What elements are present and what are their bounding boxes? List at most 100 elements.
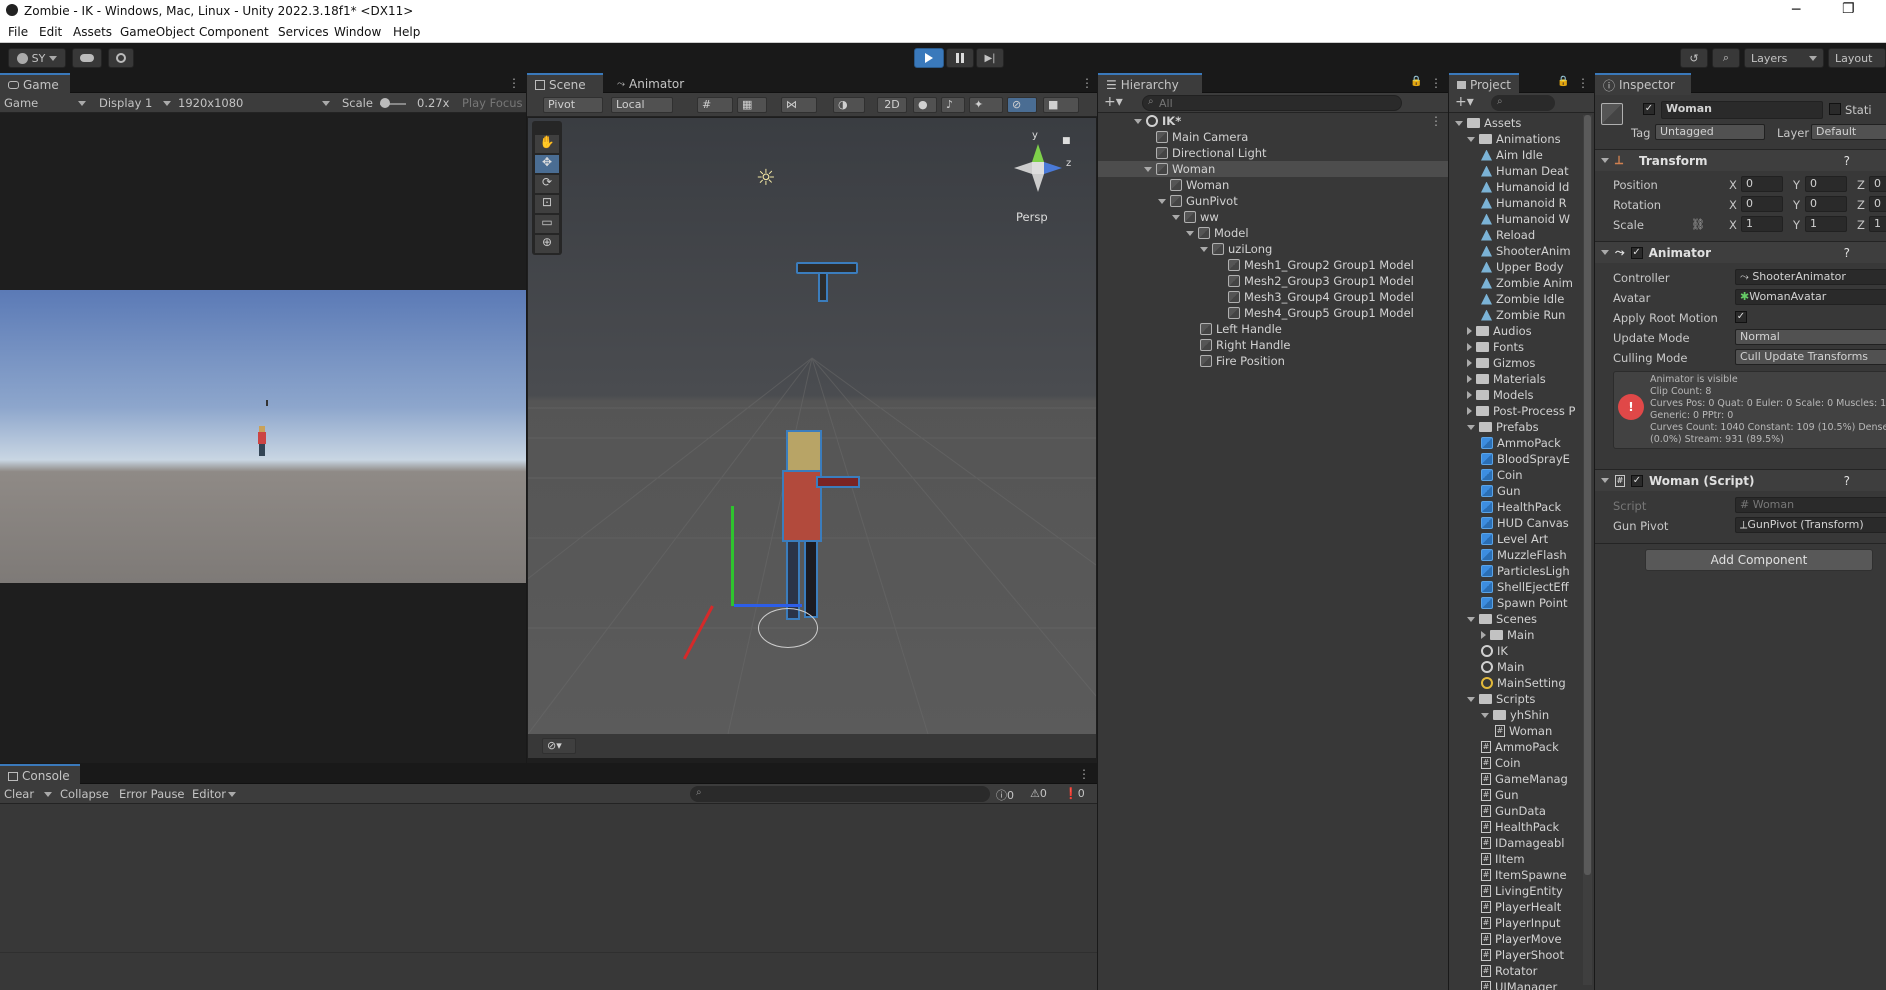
- menu-help[interactable]: Help: [393, 25, 420, 39]
- collapse-button[interactable]: Collapse: [60, 787, 109, 801]
- project-item[interactable]: Main: [1481, 659, 1524, 675]
- hierarchy-item-woman[interactable]: Woman: [1144, 161, 1215, 177]
- collab-button[interactable]: [108, 48, 134, 68]
- help-icon[interactable]: ?: [1844, 474, 1850, 488]
- woman-script-component-header[interactable]: # ✓ Woman (Script) ?: [1595, 469, 1886, 491]
- project-item[interactable]: MuzzleFlash: [1481, 547, 1567, 563]
- z-axis-handle[interactable]: [734, 604, 802, 607]
- grid-snap-button[interactable]: #: [697, 97, 733, 113]
- project-item[interactable]: Upper Body: [1481, 259, 1564, 275]
- expand-arrow-icon[interactable]: [1467, 343, 1472, 351]
- scale-slider-handle[interactable]: [380, 98, 390, 108]
- overlay-menu-button[interactable]: ⊘▾: [542, 738, 576, 754]
- hierarchy-item-model[interactable]: Model: [1186, 225, 1249, 241]
- project-item[interactable]: Materials: [1467, 371, 1546, 387]
- transform-tool-icon[interactable]: ⊕: [535, 235, 559, 253]
- menu-assets[interactable]: Assets: [73, 25, 112, 39]
- hierarchy-item-woman-child[interactable]: Woman: [1170, 177, 1229, 193]
- mode-2d-button[interactable]: 2D: [877, 97, 907, 113]
- hierarchy-item-directional-light[interactable]: Directional Light: [1156, 145, 1267, 161]
- project-item[interactable]: Humanoid R: [1481, 195, 1567, 211]
- project-item[interactable]: # IItem: [1481, 851, 1525, 867]
- add-icon[interactable]: +▾: [1104, 94, 1123, 110]
- static-checkbox[interactable]: [1829, 103, 1841, 115]
- tab-hierarchy[interactable]: ☰ Hierarchy: [1098, 73, 1202, 95]
- uzi-gun-model[interactable]: [796, 254, 860, 306]
- rotate-tool-icon[interactable]: ⟳: [535, 175, 559, 193]
- console-search-input[interactable]: [690, 786, 990, 802]
- project-item[interactable]: # PlayerMove: [1481, 931, 1562, 947]
- project-item[interactable]: # GunData: [1481, 803, 1546, 819]
- project-item[interactable]: # Woman: [1495, 723, 1552, 739]
- project-item[interactable]: # Coin: [1481, 755, 1521, 771]
- minimize-icon[interactable]: ─: [1792, 2, 1800, 18]
- project-item[interactable]: # IDamageabl: [1481, 835, 1564, 851]
- error-count-toggle[interactable]: ❗0: [1064, 787, 1085, 800]
- expand-arrow-icon[interactable]: [1467, 359, 1472, 367]
- project-item[interactable]: Gizmos: [1467, 355, 1535, 371]
- menu-window[interactable]: Window: [334, 25, 381, 39]
- camera-settings-icon[interactable]: ■: [1043, 97, 1079, 113]
- expand-arrow-icon[interactable]: [1467, 696, 1475, 702]
- hierarchy-item-left-handle[interactable]: Left Handle: [1200, 321, 1282, 337]
- link-icon[interactable]: ⛓: [1691, 218, 1705, 231]
- project-item[interactable]: Coin: [1481, 467, 1523, 483]
- project-item[interactable]: Zombie Anim: [1481, 275, 1573, 291]
- menu-services[interactable]: Services: [278, 25, 329, 39]
- hierarchy-item-uzilong[interactable]: uziLong: [1200, 241, 1272, 257]
- position-x-field[interactable]: 0: [1741, 176, 1783, 192]
- project-item[interactable]: # PlayerHealt: [1481, 899, 1561, 915]
- hand-tool-icon[interactable]: ✋: [535, 135, 559, 153]
- tab-scene[interactable]: Scene: [527, 73, 603, 95]
- project-item[interactable]: # UIManager: [1481, 979, 1557, 990]
- hierarchy-item-main-camera[interactable]: Main Camera: [1156, 129, 1248, 145]
- project-item[interactable]: Reload: [1481, 227, 1535, 243]
- add-component-button[interactable]: Add Component: [1645, 549, 1873, 571]
- more-options-icon[interactable]: ⋮: [1078, 767, 1090, 781]
- rotation-y-field[interactable]: 0: [1805, 196, 1847, 212]
- move-tool-icon[interactable]: ✥: [535, 155, 559, 173]
- project-item[interactable]: AmmoPack: [1481, 435, 1561, 451]
- apply-root-motion-checkbox[interactable]: ✓: [1735, 311, 1747, 323]
- grid-toggle-button[interactable]: ▦: [737, 97, 767, 113]
- lock-icon[interactable]: 🔒: [1410, 76, 1422, 87]
- project-item[interactable]: Audios: [1467, 323, 1532, 339]
- y-axis-handle[interactable]: [731, 506, 734, 606]
- project-item[interactable]: # Rotator: [1481, 963, 1537, 979]
- layers-dropdown[interactable]: Layers: [1744, 48, 1824, 68]
- tab-animator[interactable]: ⤳ Animator: [609, 73, 693, 95]
- error-pause-button[interactable]: Error Pause: [119, 787, 185, 801]
- history-button[interactable]: ↺: [1680, 48, 1708, 68]
- tab-game[interactable]: Game: [0, 73, 70, 95]
- animator-enabled-checkbox[interactable]: ✓: [1630, 246, 1643, 259]
- maximize-icon[interactable]: ❐: [1842, 1, 1855, 17]
- hierarchy-item-fire-position[interactable]: Fire Position: [1200, 353, 1285, 369]
- hierarchy-item-mesh4[interactable]: Mesh4_Group5 Group1 Model: [1228, 305, 1414, 321]
- step-button[interactable]: ▶|: [976, 48, 1004, 68]
- project-item[interactable]: IK: [1481, 643, 1508, 659]
- lock-icon[interactable]: ■: [1062, 136, 1071, 146]
- project-item[interactable]: # PlayerInput: [1481, 915, 1561, 931]
- project-item[interactable]: Zombie Run: [1481, 307, 1565, 323]
- search-button[interactable]: ⌕: [1712, 48, 1740, 68]
- menu-edit[interactable]: Edit: [39, 25, 62, 39]
- hierarchy-item-mesh3[interactable]: Mesh3_Group4 Group1 Model: [1228, 289, 1414, 305]
- persp-label[interactable]: Persp: [1016, 210, 1048, 224]
- expand-arrow-icon[interactable]: [1467, 375, 1472, 383]
- rotation-x-field[interactable]: 0: [1741, 196, 1783, 212]
- log-count-toggle[interactable]: ⓘ0: [996, 787, 1014, 803]
- scale-x-field[interactable]: 1: [1741, 216, 1783, 232]
- more-options-icon[interactable]: ⋮: [1577, 76, 1589, 90]
- project-item[interactable]: # AmmoPack: [1481, 739, 1559, 755]
- gun-pivot-field[interactable]: ⟂GunPivot (Transform): [1735, 517, 1886, 533]
- project-item[interactable]: Prefabs: [1467, 419, 1539, 435]
- increment-snap-button[interactable]: ⋈: [781, 97, 817, 113]
- tab-project[interactable]: Project: [1449, 73, 1519, 95]
- layer-dropdown[interactable]: Default: [1811, 124, 1886, 140]
- project-item[interactable]: # GameManag: [1481, 771, 1568, 787]
- position-z-field[interactable]: 0: [1869, 176, 1886, 192]
- project-item[interactable]: MainSetting: [1481, 675, 1566, 691]
- rect-tool-icon[interactable]: ▭: [535, 215, 559, 233]
- hierarchy-item-mesh1[interactable]: Mesh1_Group2 Group1 Model: [1228, 257, 1414, 273]
- orientation-gizmo[interactable]: y z ■: [1008, 130, 1078, 204]
